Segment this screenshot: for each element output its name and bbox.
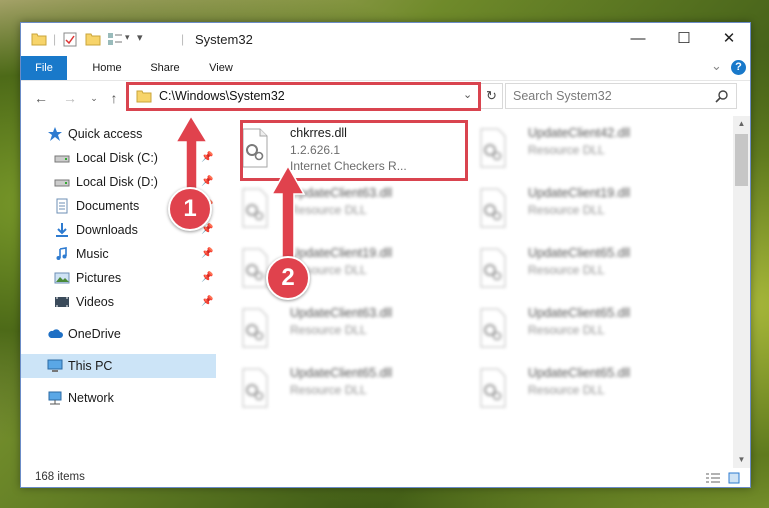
arrow-2 [270, 164, 306, 259]
step-badge-1: 1 [168, 187, 212, 231]
annotation-arrows [174, 114, 306, 259]
arrow-1 [174, 114, 209, 193]
step-badge-2: 2 [266, 256, 310, 300]
